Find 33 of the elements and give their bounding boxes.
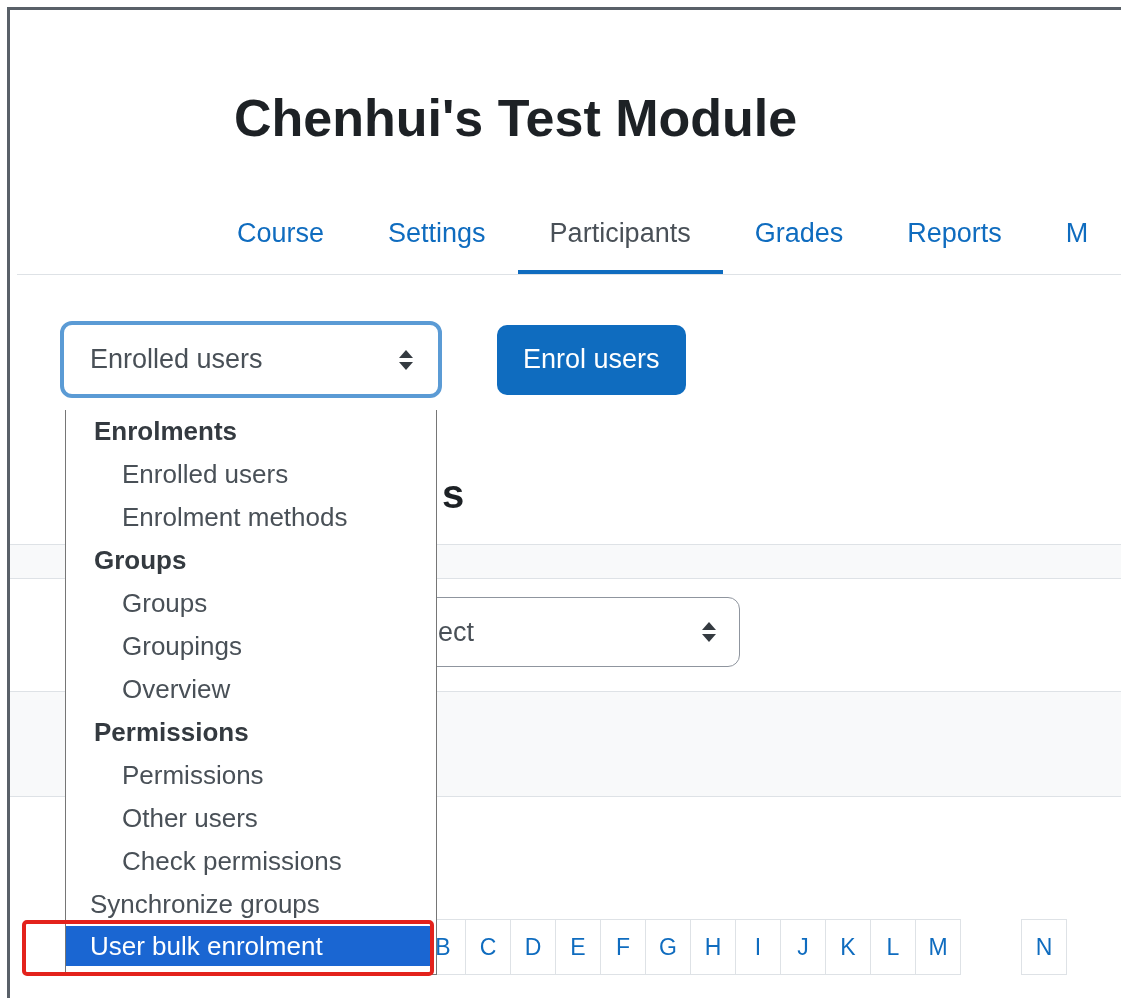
menu-option[interactable]: Enrolment methods (66, 496, 436, 539)
nav-tab[interactable]: Course (205, 196, 357, 274)
nav-tab[interactable]: Settings (356, 196, 518, 274)
menu-option[interactable]: Overview (66, 668, 436, 711)
menu-option[interactable]: Permissions (66, 754, 436, 797)
nav-tab[interactable]: Participants (517, 196, 723, 274)
menu-group-label: Permissions (93, 716, 250, 749)
initial-letter-link[interactable]: I (736, 920, 781, 974)
nav-tab[interactable]: Grades (722, 196, 876, 274)
menu-group-label: Groups (93, 544, 188, 577)
initial-letter-link[interactable]: N (1022, 920, 1067, 974)
initial-letter-link[interactable]: J (781, 920, 826, 974)
initial-letter-link[interactable]: F (601, 920, 646, 974)
initial-letter-link[interactable]: M (916, 920, 961, 974)
menu-option[interactable]: Enrolled users (66, 453, 436, 496)
heading-fragment: s (442, 471, 465, 518)
initial-letter-link[interactable]: E (556, 920, 601, 974)
initial-letter-link[interactable]: G (646, 920, 691, 974)
initial-letter-link[interactable]: L (871, 920, 916, 974)
initial-letter-link[interactable]: D (511, 920, 556, 974)
page-title: Chenhui's Test Module (234, 88, 798, 148)
menu-group-label: Enrolments (93, 415, 239, 448)
enrol-users-button[interactable]: Enrol users (497, 324, 686, 395)
initial-letter-link[interactable]: C (466, 920, 511, 974)
menu-option[interactable]: Other users (66, 797, 436, 840)
nav-tab[interactable]: M (1033, 196, 1121, 274)
menu-option[interactable]: Check permissions (66, 840, 436, 883)
enrolment-select[interactable]: Enrolled users (60, 321, 442, 398)
sort-arrows-icon (701, 620, 717, 644)
menu-option[interactable]: User bulk enrolment (66, 926, 430, 966)
nav-tab[interactable]: Reports (875, 196, 1034, 274)
initial-letter-link[interactable]: K (826, 920, 871, 974)
initial-letter-link[interactable]: H (691, 920, 736, 974)
